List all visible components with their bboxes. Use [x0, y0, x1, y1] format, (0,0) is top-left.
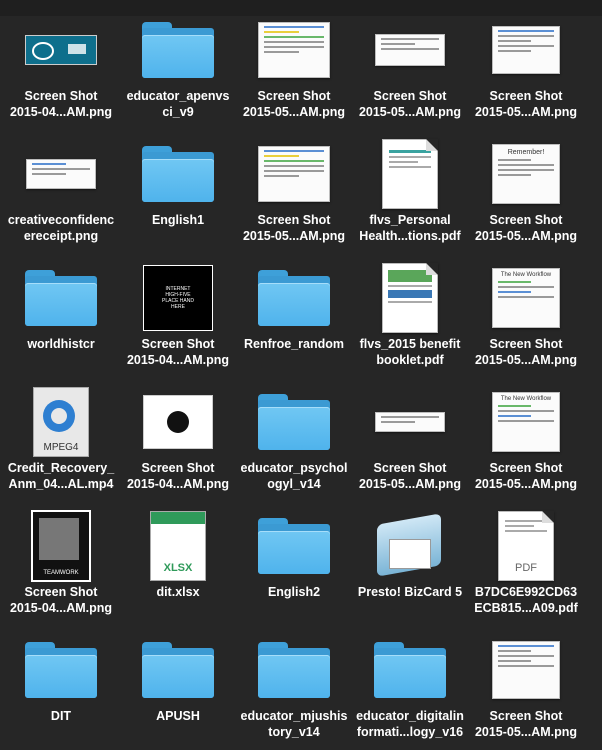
spreadsheet-icon: XLSX	[128, 511, 228, 581]
file-item[interactable]: The New Workflow Screen Shot 2015-05...A…	[468, 372, 584, 496]
folder-item[interactable]: DIT	[3, 620, 119, 744]
pdf-icon: PDF	[476, 511, 576, 581]
file-label: creativeconfidenc ereceipt.png	[7, 213, 115, 243]
screenshot-icon	[244, 140, 344, 208]
folder-icon	[128, 636, 228, 704]
folder-icon	[244, 636, 344, 704]
file-item[interactable]: MPEG4 Credit_Recovery_ Anm_04...AL.mp4	[3, 372, 119, 496]
file-label: dit.xlsx	[156, 585, 200, 599]
folder-icon	[11, 636, 111, 704]
folder-icon	[244, 388, 344, 456]
thumb-caption: XLSX	[163, 562, 193, 574]
screenshot-icon	[128, 388, 228, 456]
file-label: B7DC6E992CD63 ECB815...A09.pdf	[474, 585, 578, 615]
screenshot-icon: TEAMWORK	[11, 510, 111, 582]
folder-icon	[11, 264, 111, 332]
file-label: Screen Shot 2015-05...AM.png	[242, 213, 346, 243]
file-item[interactable]: Screen Shot 2015-05...AM.png	[468, 620, 584, 744]
thumb-caption: INTERNET HIGH-FIVE PLACE HAND HERE	[162, 286, 194, 310]
folder-item[interactable]: Renfroe_random	[236, 248, 352, 372]
folder-item[interactable]: educator_apenvs ci_v9	[120, 0, 236, 124]
folder-label: educator_mjushis tory_v14	[240, 709, 348, 739]
file-item[interactable]: PDF B7DC6E992CD63 ECB815...A09.pdf	[468, 496, 584, 620]
file-item[interactable]: creativeconfidenc ereceipt.png	[3, 124, 119, 248]
screenshot-icon: The New Workflow	[476, 264, 576, 332]
folder-label: educator_digitalin formati...logy_v16	[356, 709, 464, 739]
folder-icon	[128, 140, 228, 208]
folder-icon	[128, 16, 228, 84]
folder-item[interactable]: English1	[120, 124, 236, 248]
folder-label: English1	[151, 213, 205, 227]
file-label: Screen Shot 2015-05...AM.png	[358, 461, 462, 491]
pdf-icon	[360, 263, 460, 333]
thumb-title: Remember!	[507, 149, 545, 156]
folder-label: APUSH	[156, 709, 200, 723]
app-label: Presto! BizCard 5	[357, 585, 463, 599]
thumb-caption: PDF	[515, 562, 537, 574]
file-item[interactable]: Screen Shot 2015-04...AM.png	[3, 0, 119, 124]
screenshot-icon	[11, 16, 111, 84]
file-item[interactable]: Screen Shot 2015-05...AM.png	[236, 0, 352, 124]
file-label: Screen Shot 2015-05...AM.png	[474, 709, 578, 739]
screenshot-icon	[244, 16, 344, 84]
file-label: Credit_Recovery_ Anm_04...AL.mp4	[7, 461, 115, 491]
app-icon	[360, 512, 460, 580]
screenshot-icon: INTERNET HIGH-FIVE PLACE HAND HERE	[128, 264, 228, 332]
folder-label: worldhistcr	[27, 337, 95, 351]
folder-item[interactable]: educator_psychol ogyl_v14	[236, 372, 352, 496]
file-label: Screen Shot 2015-04...AM.png	[126, 461, 230, 491]
file-item[interactable]: flvs_Personal Health...tions.pdf	[352, 124, 468, 248]
folder-label: Renfroe_random	[243, 337, 345, 351]
folder-item[interactable]: APUSH	[120, 620, 236, 744]
folder-label: educator_apenvs ci_v9	[126, 89, 230, 119]
folder-item[interactable]: educator_digitalin formati...logy_v16	[352, 620, 468, 744]
screenshot-icon	[476, 636, 576, 704]
file-item[interactable]: Remember! Screen Shot 2015-05...AM.png	[468, 124, 584, 248]
folder-label: DIT	[50, 709, 72, 723]
screenshot-icon	[476, 16, 576, 84]
file-label: Screen Shot 2015-05...AM.png	[474, 89, 578, 119]
file-item[interactable]: INTERNET HIGH-FIVE PLACE HAND HERE Scree…	[120, 248, 236, 372]
folder-item[interactable]: English2	[236, 496, 352, 620]
image-icon	[11, 140, 111, 208]
file-label: Screen Shot 2015-05...AM.png	[474, 213, 578, 243]
file-item[interactable]: Screen Shot 2015-05...AM.png	[352, 372, 468, 496]
file-label: Screen Shot 2015-04...AM.png	[9, 89, 113, 119]
folder-icon	[360, 636, 460, 704]
file-label: Screen Shot 2015-05...AM.png	[358, 89, 462, 119]
file-item[interactable]: The New Workflow Screen Shot 2015-05...A…	[468, 248, 584, 372]
thumb-caption: MPEG4	[43, 442, 79, 453]
file-item[interactable]: Screen Shot 2015-04...AM.png	[120, 372, 236, 496]
folder-label: educator_psychol ogyl_v14	[240, 461, 348, 491]
folder-icon	[244, 264, 344, 332]
file-item[interactable]: Screen Shot 2015-05...AM.png	[352, 0, 468, 124]
screenshot-icon	[360, 16, 460, 84]
pdf-icon	[360, 139, 460, 209]
screenshot-icon: The New Workflow	[476, 388, 576, 456]
folder-icon	[244, 512, 344, 580]
file-label: flvs_2015 benefit booklet.pdf	[359, 337, 461, 367]
thumb-caption: TEAMWORK	[43, 570, 79, 576]
file-label: flvs_Personal Health...tions.pdf	[359, 213, 461, 243]
file-icon-grid: Screen Shot 2015-04...AM.png educator_ap…	[0, 0, 602, 750]
screenshot-icon	[360, 388, 460, 456]
file-item[interactable]: Screen Shot 2015-05...AM.png	[236, 124, 352, 248]
file-item[interactable]: flvs_2015 benefit booklet.pdf	[352, 248, 468, 372]
folder-label: English2	[267, 585, 321, 599]
folder-item[interactable]: educator_mjushis tory_v14	[236, 620, 352, 744]
file-item[interactable]: Screen Shot 2015-05...AM.png	[468, 0, 584, 124]
file-label: Screen Shot 2015-05...AM.png	[474, 337, 578, 367]
file-item[interactable]: TEAMWORK Screen Shot 2015-04...AM.png	[3, 496, 119, 620]
file-label: Screen Shot 2015-04...AM.png	[126, 337, 230, 367]
file-label: Screen Shot 2015-04...AM.png	[9, 585, 113, 615]
file-label: Screen Shot 2015-05...AM.png	[474, 461, 578, 491]
file-item[interactable]: XLSX dit.xlsx	[120, 496, 236, 620]
screenshot-icon: Remember!	[476, 140, 576, 208]
thumb-title: The New Workflow	[500, 396, 552, 402]
folder-item[interactable]: worldhistcr	[3, 248, 119, 372]
thumb-title: The New Workflow	[500, 272, 552, 278]
video-icon: MPEG4	[11, 387, 111, 457]
app-item[interactable]: Presto! BizCard 5	[352, 496, 468, 620]
file-label: Screen Shot 2015-05...AM.png	[242, 89, 346, 119]
